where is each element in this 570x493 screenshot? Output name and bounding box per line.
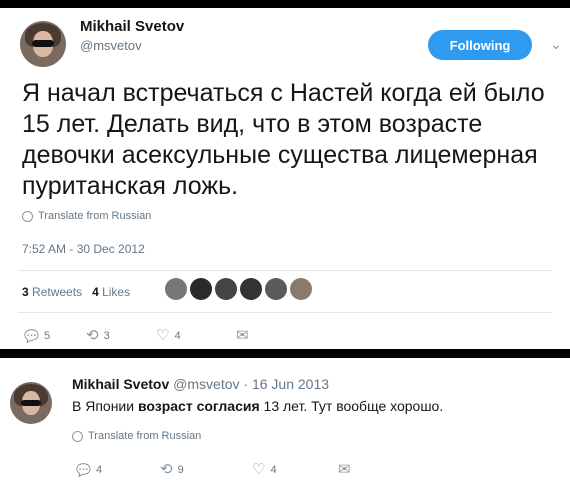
- following-button[interactable]: Following: [428, 30, 532, 60]
- author-handle[interactable]: @msvetov: [80, 38, 142, 53]
- reply-icon: 💬: [76, 462, 91, 477]
- translate-label: Translate from Russian: [38, 210, 152, 222]
- retweet-button[interactable]: ⟲ 3: [86, 328, 156, 343]
- retweet-icon: ⟲: [86, 327, 99, 344]
- envelope-icon: ✉: [338, 461, 351, 478]
- reply-count: 5: [43, 329, 51, 342]
- author-name[interactable]: Mikhail Svetov: [80, 18, 184, 35]
- retweet-count: 3: [103, 329, 110, 342]
- engagement-stats: 3 Retweets 4 Likes: [22, 285, 130, 299]
- tweet-text: В Японии возраст согласия 13 лет. Тут во…: [72, 398, 444, 414]
- translate-link[interactable]: Translate from Russian: [22, 210, 151, 222]
- tweet-text: Я начал встречаться с Настей когда ей бы…: [22, 79, 545, 200]
- liker-avatar[interactable]: [240, 278, 262, 300]
- avatar[interactable]: [10, 382, 52, 424]
- action-bar: 💬 4 ⟲ 9 ♡ 4 ✉: [76, 462, 351, 477]
- reply-button[interactable]: 💬 4: [76, 464, 160, 476]
- divider: [18, 270, 552, 271]
- like-count: 4: [270, 463, 277, 476]
- reply-count: 4: [95, 463, 103, 476]
- author-name[interactable]: Mikhail Svetov: [72, 376, 169, 392]
- tweet-card-reply: Mikhail Svetov @msvetov · 16 Jun 2013 В …: [0, 358, 570, 493]
- timestamp[interactable]: 7:52 AM - 30 Dec 2012: [22, 242, 145, 256]
- heart-icon: ♡: [252, 461, 266, 478]
- liker-avatar[interactable]: [265, 278, 287, 300]
- tweet-date[interactable]: 16 Jun 2013: [252, 376, 329, 392]
- dm-button[interactable]: ✉: [338, 462, 351, 477]
- liker-avatar[interactable]: [215, 278, 237, 300]
- avatar[interactable]: [20, 21, 66, 67]
- likes-stat[interactable]: 4 Likes: [92, 285, 130, 299]
- heart-icon: ♡: [156, 327, 170, 344]
- liker-avatars: [165, 278, 312, 300]
- tweet-card-main: Mikhail Svetov @msvetov Following ⌄ Я на…: [0, 8, 570, 349]
- like-button[interactable]: ♡ 4: [252, 462, 338, 477]
- like-button[interactable]: ♡ 4: [156, 328, 236, 343]
- reply-button[interactable]: 💬 5: [24, 330, 86, 342]
- separator: ·: [243, 376, 249, 392]
- translate-label: Translate from Russian: [88, 430, 202, 442]
- liker-avatar[interactable]: [190, 278, 212, 300]
- retweet-count: 9: [177, 463, 184, 476]
- like-count: 4: [174, 329, 181, 342]
- translate-link[interactable]: Translate from Russian: [72, 430, 201, 442]
- dm-button[interactable]: ✉: [236, 328, 249, 343]
- reply-icon: 💬: [24, 328, 39, 343]
- liker-avatar[interactable]: [165, 278, 187, 300]
- liker-avatar[interactable]: [290, 278, 312, 300]
- chevron-down-icon[interactable]: ⌄: [550, 36, 562, 53]
- globe-icon: [22, 210, 33, 222]
- globe-icon: [72, 430, 83, 442]
- author-handle[interactable]: @msvetov: [173, 376, 239, 392]
- action-bar: 💬 5 ⟲ 3 ♡ 4 ✉: [24, 328, 249, 343]
- divider: [18, 312, 552, 313]
- envelope-icon: ✉: [236, 327, 249, 344]
- retweets-stat[interactable]: 3 Retweets: [22, 285, 82, 299]
- retweet-button[interactable]: ⟲ 9: [160, 462, 252, 477]
- retweet-icon: ⟲: [160, 461, 173, 478]
- tweet-header: Mikhail Svetov @msvetov · 16 Jun 2013: [72, 376, 329, 392]
